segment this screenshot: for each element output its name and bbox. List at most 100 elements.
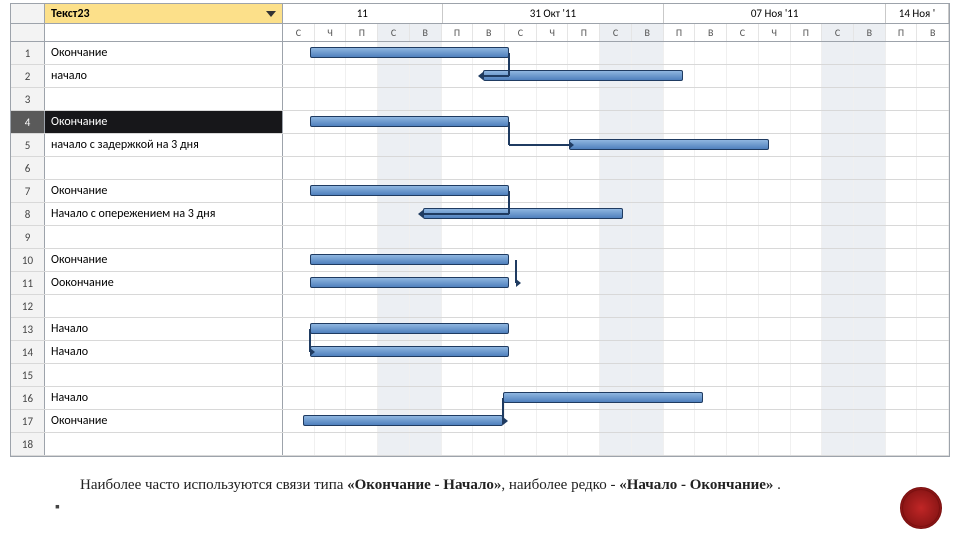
day-cell: В [854,24,886,41]
column-header-name[interactable]: Текст23 [45,4,283,23]
row-id[interactable]: 6 [11,157,45,179]
day-cell: С [283,24,315,41]
seal-icon [900,487,942,529]
row-id[interactable]: 13 [11,318,45,340]
chart-cell [283,410,949,432]
row-id[interactable]: 17 [11,410,45,432]
blank [45,24,283,41]
gantt-bar[interactable] [310,116,510,127]
task-name-cell[interactable] [45,295,283,317]
task-name-cell[interactable]: Начало [45,318,283,340]
day-header: СЧПСВПВСЧПСВПВСЧПСВПВ [283,24,949,41]
day-cell: С [822,24,854,41]
id-header[interactable] [11,4,45,23]
row-id[interactable]: 11 [11,272,45,294]
task-name-cell[interactable]: Начало [45,341,283,363]
gantt-bar[interactable] [310,277,510,288]
timeline-header-dates: 11 31 Окт '11 07 Ноя '11 14 Ноя ' [283,4,949,23]
table-row[interactable]: 4Окончание [11,111,949,134]
chart-cell [283,203,949,225]
table-row[interactable]: 15 [11,364,949,387]
row-id[interactable]: 1 [11,42,45,64]
gantt-bar[interactable] [310,254,510,265]
row-id[interactable]: 14 [11,341,45,363]
table-row[interactable]: 9 [11,226,949,249]
task-name-cell[interactable] [45,157,283,179]
table-row[interactable]: 6 [11,157,949,180]
day-cell: С [505,24,537,41]
caption-bold: «Окончание - Начало» [347,477,501,493]
day-cell: П [791,24,823,41]
task-name-cell[interactable] [45,226,283,248]
date-group: 31 Окт '11 [443,4,665,23]
task-name-cell[interactable]: Оокончание [45,272,283,294]
task-name-cell[interactable] [45,364,283,386]
chart-cell [283,433,949,455]
table-row[interactable]: 18 [11,433,949,456]
day-cell: В [410,24,442,41]
chart-cell [283,249,949,271]
chart-cell [283,88,949,110]
day-cell: П [442,24,474,41]
task-name-cell[interactable]: Окончание [45,111,283,133]
table-row[interactable]: 7Окончание [11,180,949,203]
table-row[interactable]: 5начало с задержкой на 3 дня [11,134,949,157]
task-name-cell[interactable]: Начало с опережением на 3 дня [45,203,283,225]
caption: ▪ Наиболее часто используются связи типа… [0,457,960,506]
row-id[interactable]: 15 [11,364,45,386]
table-row[interactable]: 13Начало [11,318,949,341]
row-id[interactable]: 7 [11,180,45,202]
row-id[interactable]: 18 [11,433,45,455]
gantt-bar[interactable] [310,47,510,58]
task-name-cell[interactable]: Окончание [45,180,283,202]
bullet-icon: ▪ [55,498,60,518]
row-id[interactable]: 5 [11,134,45,156]
row-id[interactable]: 10 [11,249,45,271]
table-row[interactable]: 16Начало [11,387,949,410]
day-cell: П [568,24,600,41]
task-name-cell[interactable]: начало [45,65,283,87]
gantt-bar[interactable] [310,323,510,334]
table-row[interactable]: 10Окончание [11,249,949,272]
table-row[interactable]: 11Оокончание [11,272,949,295]
task-name-cell[interactable]: Окончание [45,42,283,64]
row-id[interactable]: 2 [11,65,45,87]
chart-cell [283,364,949,386]
row-id[interactable]: 8 [11,203,45,225]
date-group: 14 Ноя ' [886,4,949,23]
table-row[interactable]: 14Начало [11,341,949,364]
task-name-cell[interactable] [45,433,283,455]
dropdown-icon[interactable] [266,11,276,17]
task-name-cell[interactable]: Окончание [45,410,283,432]
day-cell: С [378,24,410,41]
row-id[interactable]: 3 [11,88,45,110]
day-cell: П [664,24,696,41]
task-name-cell[interactable]: Начало [45,387,283,409]
row-id[interactable]: 12 [11,295,45,317]
gantt-bar[interactable] [569,139,769,150]
row-id[interactable]: 9 [11,226,45,248]
table-row[interactable]: 1Окончание [11,42,949,65]
gantt-bar[interactable] [503,392,703,403]
blank [11,24,45,41]
row-id[interactable]: 16 [11,387,45,409]
gantt-bar[interactable] [310,185,510,196]
caption-bold: «Начало - Окончание» [619,477,773,493]
chart-cell [283,180,949,202]
chart-cell [283,42,949,64]
gantt-bar[interactable] [483,70,683,81]
caption-text: . [773,477,781,493]
chart-cell [283,341,949,363]
row-id[interactable]: 4 [11,111,45,133]
task-name-cell[interactable]: начало с задержкой на 3 дня [45,134,283,156]
task-name-cell[interactable]: Окончание [45,249,283,271]
task-grid: 1Окончание2начало34Окончание5начало с за… [11,42,949,456]
table-row[interactable]: 12 [11,295,949,318]
gantt-bar[interactable] [303,415,503,426]
task-name-cell[interactable] [45,88,283,110]
table-row[interactable]: 17Окончание [11,410,949,433]
gantt-bar[interactable] [310,346,510,357]
table-row[interactable]: 3 [11,88,949,111]
day-cell: П [346,24,378,41]
chart-cell [283,295,949,317]
